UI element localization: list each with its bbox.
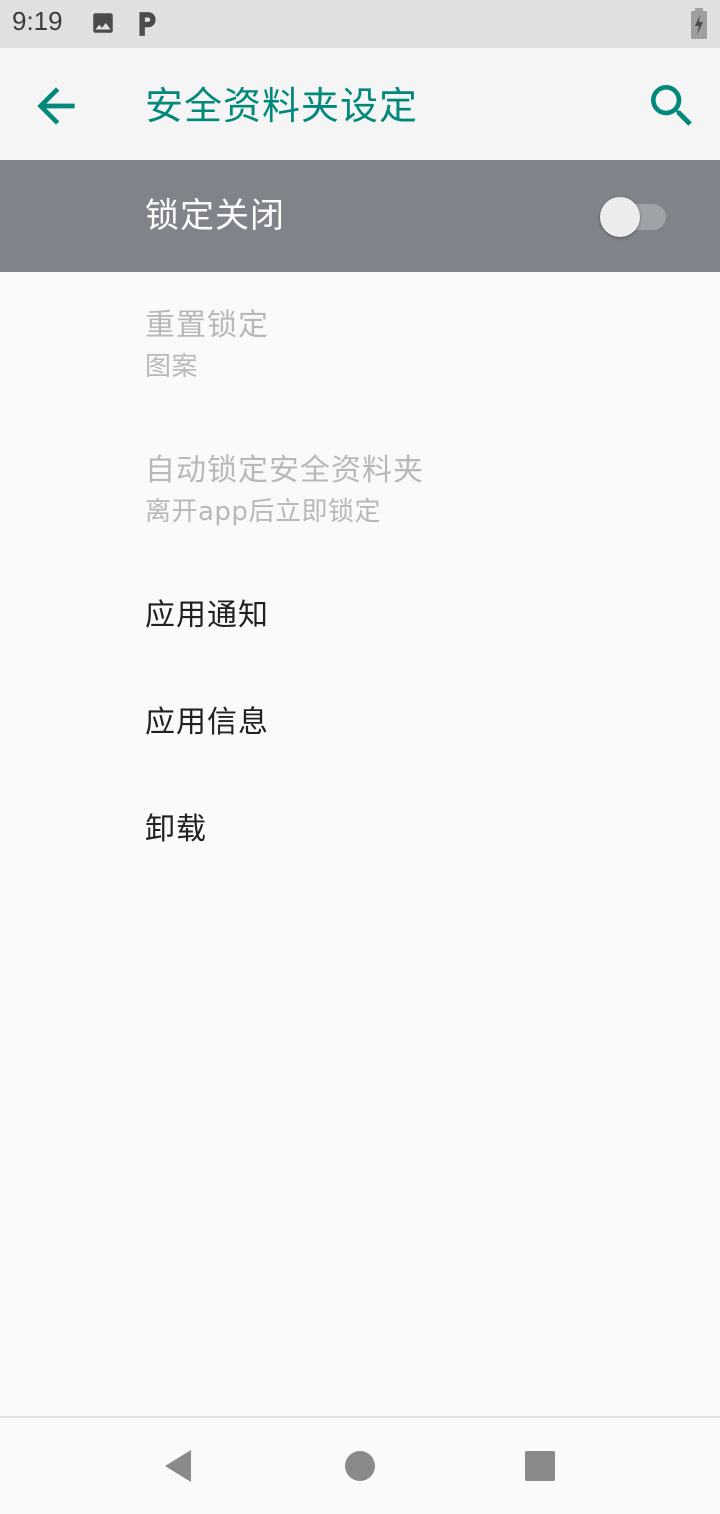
- nav-back-button[interactable]: [158, 1444, 202, 1488]
- pref-title: 重置锁定: [145, 308, 269, 343]
- pref-title: 应用通知: [145, 598, 269, 633]
- nav-home-button[interactable]: [338, 1444, 382, 1488]
- arrow-back-icon: [28, 87, 84, 138]
- page-title: 安全资料夹设定: [145, 84, 419, 128]
- pref-auto-lock[interactable]: 自动锁定安全资料夹 离开app后立即锁定: [0, 418, 720, 564]
- pref-title: 应用信息: [145, 705, 269, 740]
- master-switch-bar[interactable]: 锁定关闭: [0, 160, 720, 272]
- home-circle-icon: [338, 1451, 382, 1492]
- master-switch-label: 锁定关闭: [145, 196, 285, 236]
- battery-charging-icon: [690, 8, 708, 44]
- parking-icon: [134, 10, 160, 42]
- pref-title: 自动锁定安全资料夹: [145, 453, 424, 488]
- image-icon: [90, 10, 116, 40]
- pref-summary: 图案: [145, 352, 199, 382]
- search-button[interactable]: [644, 78, 700, 134]
- search-icon: [644, 85, 700, 138]
- status-bar: 9:19: [0, 0, 720, 48]
- switch-thumb: [600, 197, 640, 237]
- pref-app-info[interactable]: 应用信息: [0, 670, 720, 776]
- lock-toggle-switch[interactable]: [600, 196, 668, 238]
- recents-square-icon: [518, 1451, 562, 1492]
- pref-app-notifications[interactable]: 应用通知: [0, 564, 720, 670]
- pref-uninstall[interactable]: 卸载: [0, 776, 720, 882]
- back-button[interactable]: [28, 78, 84, 134]
- back-triangle-icon: [158, 1450, 202, 1492]
- app-bar: 安全资料夹设定: [0, 48, 720, 160]
- pref-summary: 离开app后立即锁定: [145, 497, 381, 527]
- navigation-bar: [0, 1416, 720, 1514]
- status-time: 9:19: [12, 6, 63, 36]
- pref-reset-lock[interactable]: 重置锁定 图案: [0, 272, 720, 418]
- nav-recents-button[interactable]: [518, 1444, 562, 1488]
- pref-title: 卸载: [145, 812, 207, 847]
